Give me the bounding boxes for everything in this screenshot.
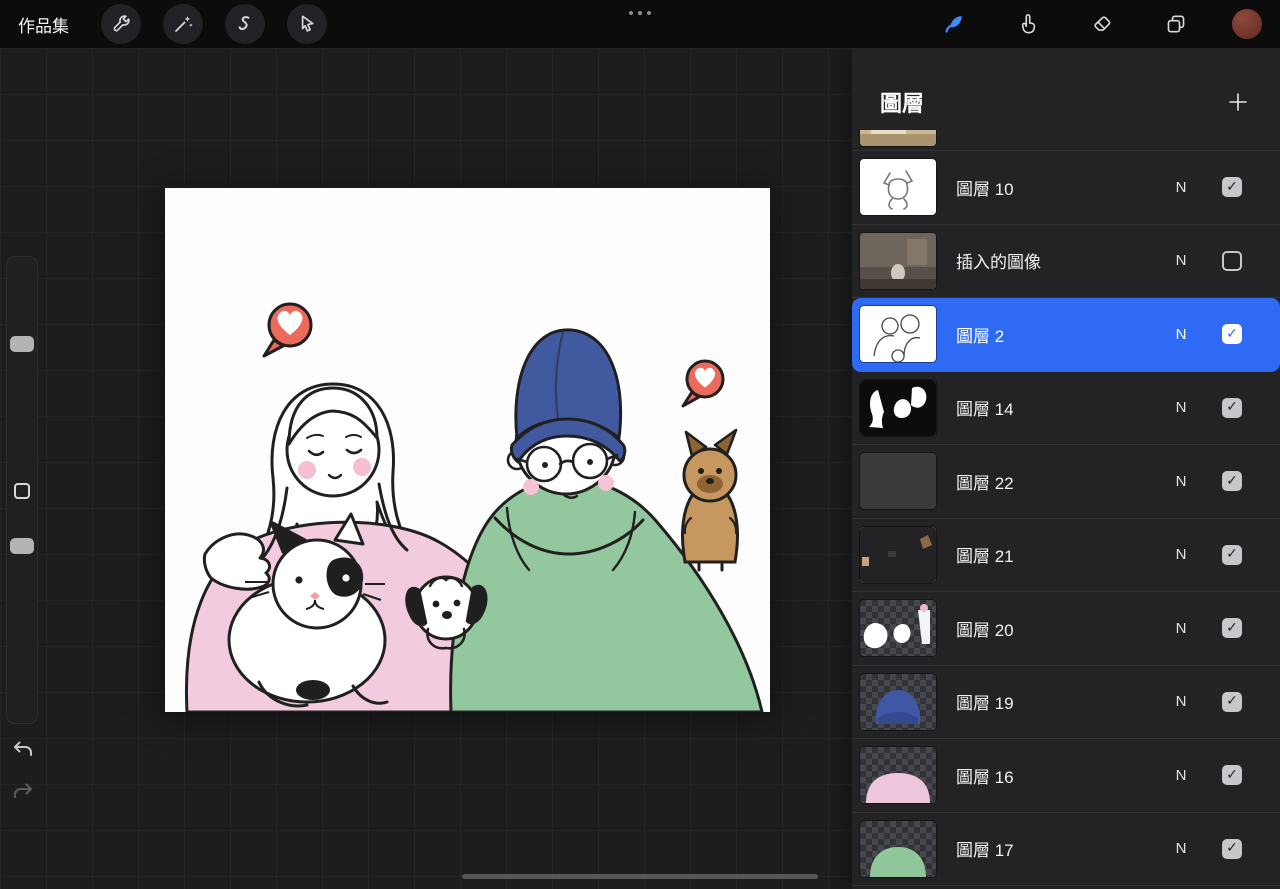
visibility-checkbox[interactable] bbox=[1222, 471, 1242, 492]
plus-icon bbox=[1229, 93, 1247, 111]
magic-wand-icon bbox=[175, 16, 193, 32]
layer-name: 插入的圖像 bbox=[956, 253, 1041, 273]
blend-mode-button[interactable]: N bbox=[1170, 252, 1192, 269]
blend-mode-button[interactable]: N bbox=[1170, 179, 1192, 196]
toolbar-left-group: 作品集 bbox=[12, 4, 327, 44]
brush-size-slider[interactable] bbox=[10, 336, 34, 352]
brush-tool-button[interactable] bbox=[934, 4, 974, 44]
visibility-checkbox[interactable] bbox=[1222, 765, 1242, 786]
layer-thumbnail[interactable] bbox=[860, 232, 936, 289]
layers-panel-button[interactable] bbox=[1156, 4, 1196, 44]
blend-mode-button[interactable]: N bbox=[1170, 546, 1192, 563]
eraser-tool-button[interactable] bbox=[1082, 4, 1122, 44]
modify-button[interactable] bbox=[14, 483, 30, 499]
redo-button[interactable] bbox=[8, 778, 38, 808]
blend-mode-button[interactable]: N bbox=[1170, 620, 1192, 637]
layer-thumbnail[interactable] bbox=[860, 159, 936, 216]
visibility-checkbox[interactable] bbox=[1222, 324, 1242, 345]
opacity-slider[interactable] bbox=[10, 538, 34, 554]
blend-mode-button[interactable]: N bbox=[1170, 326, 1192, 343]
layer-name: 圖層 20 bbox=[956, 620, 1014, 640]
visibility-checkbox[interactable] bbox=[1222, 544, 1242, 565]
selection-s-icon bbox=[238, 16, 250, 31]
top-toolbar: 作品集 bbox=[0, 0, 1280, 48]
brush-icon bbox=[945, 16, 962, 33]
layers-panel-title: 圖層 bbox=[880, 91, 925, 116]
undo-icon bbox=[14, 741, 32, 756]
layer-name: 圖層 16 bbox=[956, 767, 1014, 787]
adjustments-button[interactable] bbox=[163, 4, 203, 44]
actions-button[interactable] bbox=[101, 4, 141, 44]
visibility-checkbox[interactable] bbox=[1222, 250, 1242, 271]
undo-button[interactable] bbox=[8, 736, 38, 766]
layer-row[interactable]: 圖層 20 N bbox=[852, 592, 1280, 666]
blend-mode-button[interactable]: N bbox=[1170, 693, 1192, 710]
smudge-finger-icon bbox=[1021, 14, 1036, 34]
layer-thumbnail[interactable] bbox=[860, 306, 936, 363]
layer-name: 圖層 21 bbox=[956, 547, 1014, 567]
layer-row[interactable]: 圖層 16 N bbox=[852, 739, 1280, 813]
wrench-icon bbox=[113, 15, 130, 32]
transform-button[interactable] bbox=[287, 4, 327, 44]
canvas-artwork bbox=[165, 188, 770, 712]
selection-button[interactable] bbox=[225, 4, 265, 44]
layer-row[interactable]: 圖層 19 N bbox=[852, 666, 1280, 739]
layer-name: 圖層 17 bbox=[956, 841, 1014, 861]
visibility-checkbox[interactable] bbox=[1222, 838, 1242, 859]
smudge-tool-button[interactable] bbox=[1008, 4, 1048, 44]
layer-row[interactable]: 圖層 22 N bbox=[852, 445, 1280, 519]
layers-icon bbox=[1167, 15, 1185, 33]
visibility-checkbox[interactable] bbox=[1222, 618, 1242, 639]
layer-row[interactable]: 圖層 21 N bbox=[852, 519, 1280, 592]
procreate-app: 作品集 圖層 圖層 10 N ✓ 插入的圖像 N 圖層 2 N ✓ 圖層 14 … bbox=[0, 0, 1280, 889]
blend-mode-button[interactable]: N bbox=[1170, 767, 1192, 784]
layer-name: 圖層 19 bbox=[956, 694, 1014, 714]
visibility-checkbox[interactable] bbox=[1222, 691, 1242, 712]
gallery-button[interactable]: 作品集 bbox=[18, 12, 69, 37]
layer-thumbnail[interactable] bbox=[860, 600, 936, 657]
layers-panel: 圖層 圖層 10 N ✓ 插入的圖像 N 圖層 2 N ✓ 圖層 14 N ✓ … bbox=[852, 48, 1280, 889]
layer-thumbnail[interactable] bbox=[860, 453, 936, 510]
blend-mode-button[interactable]: N bbox=[1170, 840, 1192, 857]
blend-mode-button[interactable]: N bbox=[1170, 399, 1192, 416]
color-swatch-button[interactable] bbox=[1232, 9, 1262, 39]
transform-arrow-icon bbox=[301, 15, 314, 32]
layer-name: 圖層 10 bbox=[956, 179, 1014, 199]
layer-thumbnail[interactable] bbox=[860, 379, 936, 436]
layers-list: 圖層 10 N 插入的圖像 N bbox=[852, 130, 1280, 889]
layer-name: 圖層 14 bbox=[956, 400, 1014, 420]
layer-thumbnail[interactable] bbox=[860, 747, 936, 804]
multitask-dots-icon bbox=[629, 11, 651, 15]
layer-row[interactable]: 圖層 14 N bbox=[852, 372, 1280, 445]
add-layer-button[interactable] bbox=[1226, 87, 1256, 117]
layers-panel-header: 圖層 bbox=[852, 48, 1280, 130]
layer-thumbnail[interactable] bbox=[860, 526, 936, 583]
blend-mode-button[interactable]: N bbox=[1170, 473, 1192, 490]
canvas[interactable] bbox=[165, 188, 770, 712]
layer-row[interactable]: 圖層 2 N bbox=[852, 298, 1280, 372]
eraser-icon bbox=[1094, 16, 1111, 31]
layer-name: 圖層 22 bbox=[956, 473, 1014, 493]
workspace: 圖層 圖層 10 N ✓ 插入的圖像 N 圖層 2 N ✓ 圖層 14 N ✓ … bbox=[0, 48, 1280, 889]
layer-row[interactable]: 圖層 10 N bbox=[852, 151, 1280, 225]
layer-row[interactable]: 圖層 17 N bbox=[852, 813, 1280, 886]
layer-thumbnail[interactable] bbox=[860, 820, 936, 877]
toolbar-right-group bbox=[934, 4, 1268, 44]
layer-row-partial[interactable] bbox=[852, 130, 1280, 151]
layer-thumbnail[interactable] bbox=[860, 673, 936, 730]
visibility-checkbox[interactable] bbox=[1222, 177, 1242, 198]
redo-icon bbox=[14, 783, 32, 798]
visibility-checkbox[interactable] bbox=[1222, 397, 1242, 418]
layer-row[interactable]: 插入的圖像 N bbox=[852, 225, 1280, 298]
layer-thumbnail[interactable] bbox=[860, 130, 936, 146]
home-indicator[interactable] bbox=[462, 874, 818, 879]
sidebar-tool-strip bbox=[6, 256, 38, 724]
layer-name: 圖層 2 bbox=[956, 326, 1005, 346]
